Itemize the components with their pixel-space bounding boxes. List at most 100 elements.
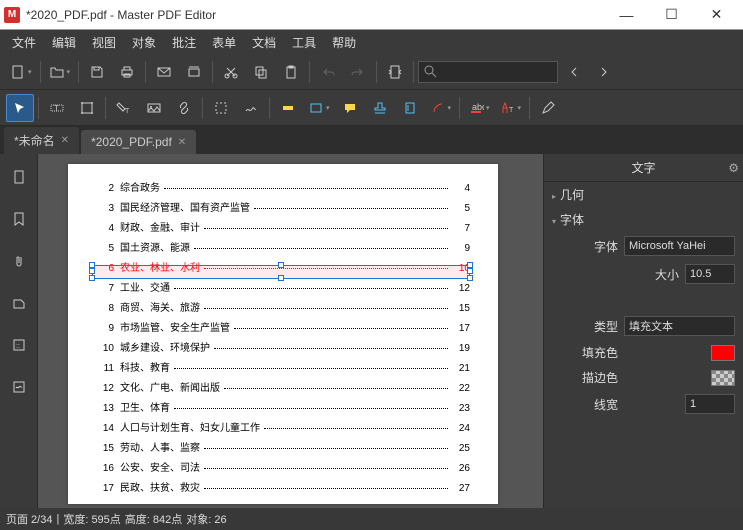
tab-untitled[interactable]: *未命名✕: [4, 127, 79, 154]
scan-button[interactable]: [180, 58, 208, 86]
form-text-tool[interactable]: T: [110, 94, 138, 122]
menubar: 文件 编辑 视图 对象 批注 表单 文档 工具 帮助: [0, 30, 743, 54]
size-label: 大小: [633, 266, 679, 283]
shape-tool[interactable]: ▾: [304, 94, 334, 122]
statusbar: 页面 2/34 | 宽度: 595点 高度: 842点 对象: 26: [0, 508, 743, 530]
toc-row[interactable]: 10城乡建设、环境保护19: [96, 339, 470, 354]
tab-document[interactable]: *2020_PDF.pdf✕: [81, 130, 196, 154]
minimize-button[interactable]: —: [604, 0, 649, 30]
svg-text:::: ::: [16, 343, 20, 350]
toc-row[interactable]: 3国民经济管理、国有资产监管5: [96, 199, 470, 214]
status-width: 宽度: 595点: [63, 511, 120, 527]
page: 2综合政务4 3国民经济管理、国有资产监管5 4财政、金融、审计7 5国土资源、能源9…: [68, 164, 498, 504]
status-page: 页面 2/34: [6, 511, 52, 527]
menu-form[interactable]: 表单: [204, 31, 244, 54]
toolbar-tools: T T ▾ ▾ abc▾ T▾: [0, 90, 743, 126]
fill-label: 填充色: [572, 344, 618, 361]
print-button[interactable]: [113, 58, 141, 86]
menu-annotate[interactable]: 批注: [164, 31, 204, 54]
close-icon[interactable]: ✕: [61, 135, 69, 146]
text-tool[interactable]: T: [43, 94, 71, 122]
menu-file[interactable]: 文件: [4, 31, 44, 54]
highlight-tool[interactable]: [274, 94, 302, 122]
type-label: 类型: [572, 318, 618, 335]
section-font[interactable]: ▾字体: [544, 207, 743, 232]
paste-button[interactable]: [277, 58, 305, 86]
size-field[interactable]: 10.5: [685, 264, 735, 284]
properties-panel: 文字 ⚙ ▸几何 ▾字体 字体 Microsoft YaHei 大小 10.5 类…: [543, 154, 743, 508]
email-button[interactable]: [150, 58, 178, 86]
toc-row[interactable]: 2综合政务4: [96, 179, 470, 194]
linewidth-label: 线宽: [572, 396, 618, 413]
bookmarks-button[interactable]: [4, 204, 34, 234]
window-title: *2020_PDF.pdf - Master PDF Editor: [26, 8, 604, 22]
search-input[interactable]: [418, 61, 558, 83]
ocr-button[interactable]: ::: [4, 330, 34, 360]
toc-row[interactable]: 7工业、交通12: [96, 279, 470, 294]
image-tool[interactable]: [140, 94, 168, 122]
font-field[interactable]: Microsoft YaHei: [624, 236, 735, 256]
signatures-button[interactable]: [4, 372, 34, 402]
toc-row[interactable]: 9市场监管、安全生产监管17: [96, 319, 470, 334]
link-tool[interactable]: [170, 94, 198, 122]
toc-row[interactable]: 17民政、扶贫、救灾27: [96, 479, 470, 494]
toc-row[interactable]: 16公安、安全、司法26: [96, 459, 470, 474]
svg-text:T: T: [509, 107, 514, 114]
menu-object[interactable]: 对象: [124, 31, 164, 54]
stamp-tool[interactable]: [366, 94, 394, 122]
close-icon[interactable]: ✕: [178, 137, 186, 148]
document-area[interactable]: 2综合政务4 3国民经济管理、国有资产监管5 4财政、金融、审计7 5国土资源、能源9…: [38, 154, 543, 508]
save-button[interactable]: [83, 58, 111, 86]
type-field[interactable]: 填充文本: [624, 316, 735, 336]
pen-tool[interactable]: [534, 94, 562, 122]
fit-page-button[interactable]: [381, 58, 409, 86]
thumbnails-button[interactable]: [4, 162, 34, 192]
maximize-button[interactable]: ☐: [649, 0, 694, 30]
draw-tool[interactable]: ▾: [426, 94, 456, 122]
toc-row[interactable]: 4财政、金融、审计7: [96, 219, 470, 234]
new-button[interactable]: ▾: [6, 58, 36, 86]
undo-button[interactable]: [314, 58, 342, 86]
open-button[interactable]: ▾: [45, 58, 75, 86]
underline-tool[interactable]: abc▾: [464, 94, 494, 122]
select-area-tool[interactable]: [207, 94, 235, 122]
menu-tools[interactable]: 工具: [284, 31, 324, 54]
toolbar-main: ▾ ▾: [0, 54, 743, 90]
status-objects: 对象: 26: [186, 511, 226, 527]
svg-text:T: T: [54, 104, 59, 113]
toc-row[interactable]: 5国土资源、能源9: [96, 239, 470, 254]
menu-document[interactable]: 文档: [244, 31, 284, 54]
copy-button[interactable]: [247, 58, 275, 86]
attach-tool[interactable]: [396, 94, 424, 122]
font-label: 字体: [572, 238, 618, 255]
fill-swatch[interactable]: [711, 345, 735, 361]
note-tool[interactable]: [336, 94, 364, 122]
redo-button[interactable]: [344, 58, 372, 86]
linewidth-field[interactable]: 1: [685, 394, 735, 414]
select-tool[interactable]: [6, 94, 34, 122]
gear-icon[interactable]: ⚙: [728, 161, 739, 175]
toc-row[interactable]: 13卫生、体育23: [96, 399, 470, 414]
toc-row[interactable]: 14人口与计划生育、妇女儿童工作24: [96, 419, 470, 434]
stroke-swatch[interactable]: [711, 370, 735, 386]
search-prev-button[interactable]: [560, 58, 588, 86]
app-logo: M: [4, 7, 20, 23]
menu-view[interactable]: 视图: [84, 31, 124, 54]
layers-button[interactable]: [4, 288, 34, 318]
menu-edit[interactable]: 编辑: [44, 31, 84, 54]
toc-row[interactable]: 12文化、广电、新闻出版22: [96, 379, 470, 394]
cut-button[interactable]: [217, 58, 245, 86]
panel-title: 文字: [631, 159, 655, 176]
close-button[interactable]: ✕: [694, 0, 739, 30]
toc-row[interactable]: 15劳动、人事、监察25: [96, 439, 470, 454]
svg-text:abc: abc: [472, 102, 484, 112]
attachments-button[interactable]: [4, 246, 34, 276]
search-next-button[interactable]: [590, 58, 618, 86]
menu-help[interactable]: 帮助: [324, 31, 364, 54]
toc-row[interactable]: 11科技、教育21: [96, 359, 470, 374]
edit-tool[interactable]: [73, 94, 101, 122]
section-geometry[interactable]: ▸几何: [544, 182, 743, 207]
toc-row[interactable]: 8商贸、海关、旅游15: [96, 299, 470, 314]
insert-text-tool[interactable]: T▾: [496, 94, 526, 122]
signature-tool[interactable]: [237, 94, 265, 122]
